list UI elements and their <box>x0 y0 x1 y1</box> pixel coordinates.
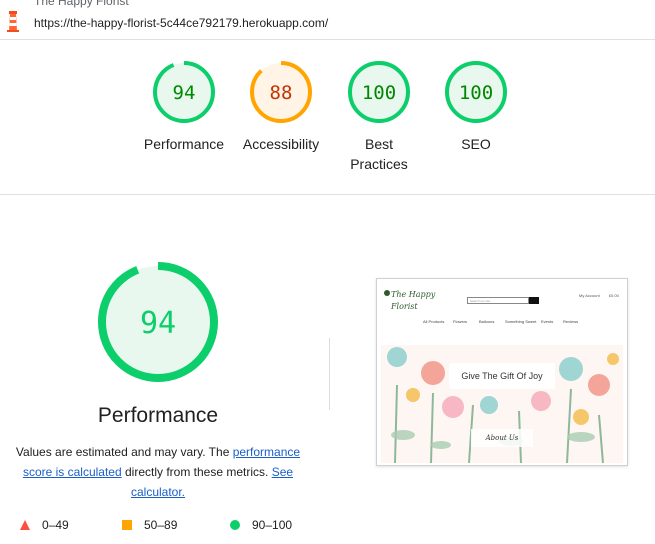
gauge-ring: 94 <box>153 61 215 123</box>
site-header: The Happy Florist Search our site My Acc… <box>381 283 623 311</box>
legend-fail: 0–49 <box>20 518 69 532</box>
site-hero: Give The Gift Of Joy About Us <box>381 345 623 463</box>
gauge-score: 94 <box>173 82 196 104</box>
legend-range: 50–89 <box>144 518 178 532</box>
flower <box>573 409 589 425</box>
site-account: My Account £0.00 <box>579 293 619 298</box>
final-screenshot-thumbnail[interactable]: The Happy Florist Search our site My Acc… <box>376 278 628 466</box>
flower <box>588 374 610 396</box>
gauge-seo[interactable]: 100 SEO <box>426 60 526 154</box>
site-logo: The Happy Florist <box>391 289 435 313</box>
site-search-input: Search our site <box>467 297 529 304</box>
site-nav-item: All Products <box>423 319 445 324</box>
legend-average: 50–89 <box>122 518 177 532</box>
desc-text: directly from these metrics. <box>121 465 272 479</box>
hero-banner: Give The Gift Of Joy <box>449 363 555 389</box>
logo-line: The Happy <box>391 290 436 299</box>
performance-description: Values are estimated and may vary. The p… <box>12 442 304 502</box>
search-placeholder: Search our site <box>470 299 491 303</box>
gauge-ring: 100 <box>445 61 507 123</box>
site-nav: All Products Flowers Balloons Something … <box>381 315 623 329</box>
gauge-score: 100 <box>362 82 396 104</box>
legend-range: 0–49 <box>42 518 69 532</box>
flower <box>559 357 583 381</box>
site-nav-item: Reviews <box>563 319 579 324</box>
about-heading: About Us <box>471 429 533 447</box>
gauge-label: Best Practices <box>350 136 408 172</box>
flower-logo-icon <box>384 290 390 296</box>
lighthouse-icon <box>7 11 19 32</box>
gauge-label: SEO <box>461 136 491 152</box>
gauge-ring: 88 <box>250 61 312 123</box>
desc-text: Values are estimated and may vary. The <box>15 445 233 459</box>
flower <box>607 353 619 365</box>
big-gauge-score: 94 <box>140 306 176 341</box>
account-label: My Account <box>579 293 600 298</box>
category-gauges: 94 Performance 88 Accessibility 100 Best… <box>0 40 655 195</box>
report-url-bar: The Happy Florist https://the-happy-flor… <box>0 0 655 40</box>
site-nav-item: Flowers <box>453 319 468 324</box>
performance-big-gauge: 94 <box>98 262 218 382</box>
section-divider <box>329 338 330 410</box>
legend-pass: 90–100 <box>230 518 292 532</box>
logo-line: Florist <box>391 302 418 311</box>
site-nav-item: Something Sweet <box>505 319 537 324</box>
bag-label: £0.00 <box>608 293 619 298</box>
flower <box>406 388 420 402</box>
red-triangle-icon <box>20 520 30 530</box>
gauge-label: Accessibility <box>242 136 320 152</box>
site-nav-item: Balloons <box>479 319 495 324</box>
gauge-accessibility[interactable]: 88 Accessibility <box>231 60 331 154</box>
gauge-label: Performance <box>143 136 225 152</box>
page-url-link[interactable]: https://the-happy-florist-5c44ce792179.h… <box>34 16 328 30</box>
flower <box>531 391 551 411</box>
orange-square-icon <box>122 520 132 530</box>
gauge-best-practices[interactable]: 100 Best Practices <box>329 60 429 174</box>
site-search-button <box>529 297 539 304</box>
legend-range: 90–100 <box>252 518 293 532</box>
flower <box>421 361 445 385</box>
performance-title: Performance <box>97 404 219 427</box>
scrolled-header-teaser: The Happy Florist <box>34 0 129 8</box>
green-circle-icon <box>230 520 240 530</box>
gauge-score: 100 <box>459 82 493 104</box>
gauge-score: 88 <box>270 82 293 104</box>
flower <box>480 396 498 414</box>
gauge-ring: 100 <box>348 61 410 123</box>
flower <box>442 396 464 418</box>
gauge-performance[interactable]: 94 Performance <box>134 60 234 154</box>
site-nav-item: Events <box>541 319 554 324</box>
stems <box>394 384 604 463</box>
flower <box>387 347 407 367</box>
